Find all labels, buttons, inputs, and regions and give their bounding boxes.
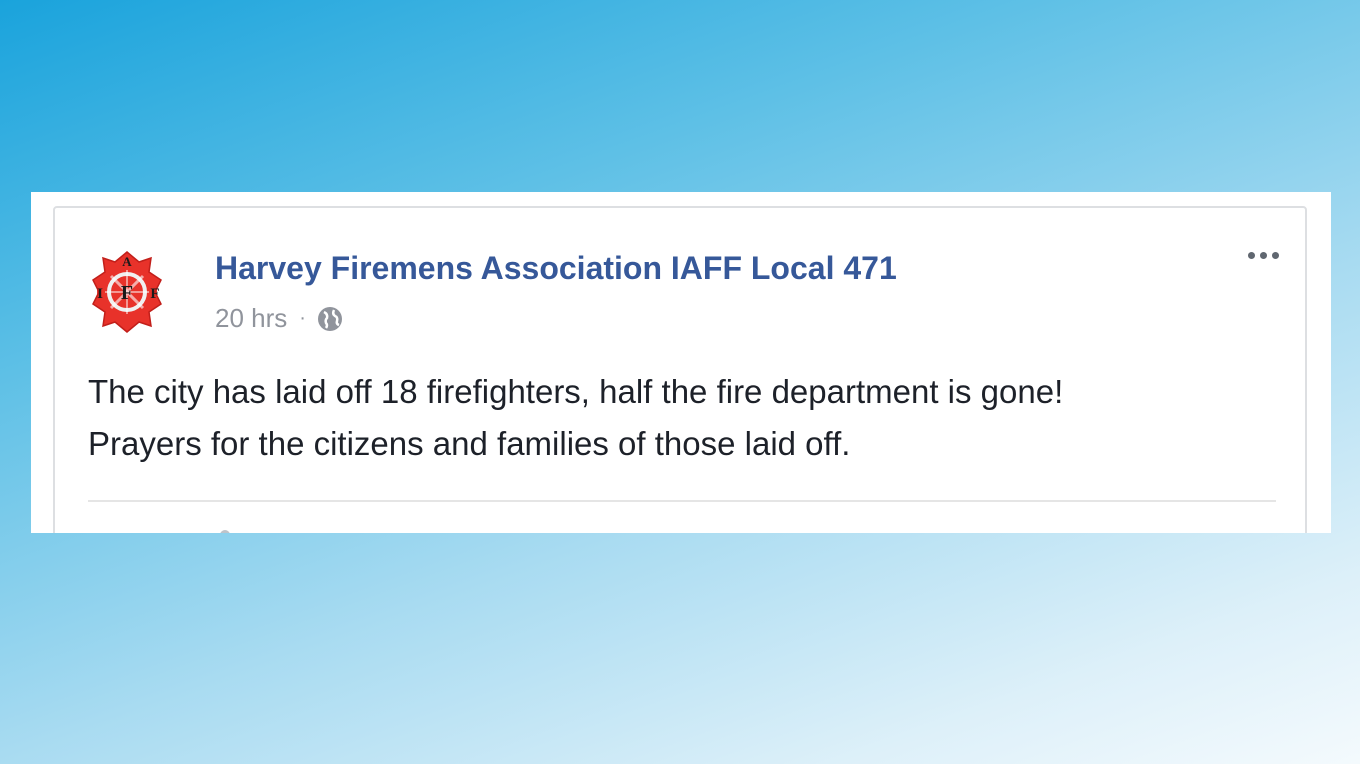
post-card: A I F F Harvey Firemens Association IAFF… — [53, 206, 1307, 533]
logo-letter-f-right: F — [150, 286, 159, 302]
post-meta: 20 hrs · — [215, 303, 344, 334]
iaff-logo-avatar[interactable]: A I F F — [87, 240, 167, 344]
post-text-line: Prayers for the citizens and families of… — [88, 425, 851, 462]
logo-letter-i: I — [97, 286, 103, 302]
more-options-button[interactable] — [1244, 246, 1283, 265]
more-options-icon-dot — [1260, 252, 1267, 259]
more-options-icon-dot — [1272, 252, 1279, 259]
post-timestamp[interactable]: 20 hrs — [215, 303, 287, 334]
reaction-icon[interactable] — [220, 530, 230, 533]
post-screenshot: A I F F Harvey Firemens Association IAFF… — [31, 192, 1331, 533]
globe-icon[interactable] — [316, 305, 344, 333]
post-text-line: The city has laid off 18 firefighters, h… — [88, 373, 1064, 410]
logo-letter-a: A — [122, 254, 132, 269]
logo-letter-f-center: F — [121, 282, 133, 304]
meta-separator: · — [299, 307, 306, 329]
post-divider — [88, 500, 1276, 502]
page-name-link[interactable]: Harvey Firemens Association IAFF Local 4… — [215, 250, 897, 287]
post-body: The city has laid off 18 firefighters, h… — [88, 366, 1268, 470]
more-options-icon-dot — [1248, 252, 1255, 259]
